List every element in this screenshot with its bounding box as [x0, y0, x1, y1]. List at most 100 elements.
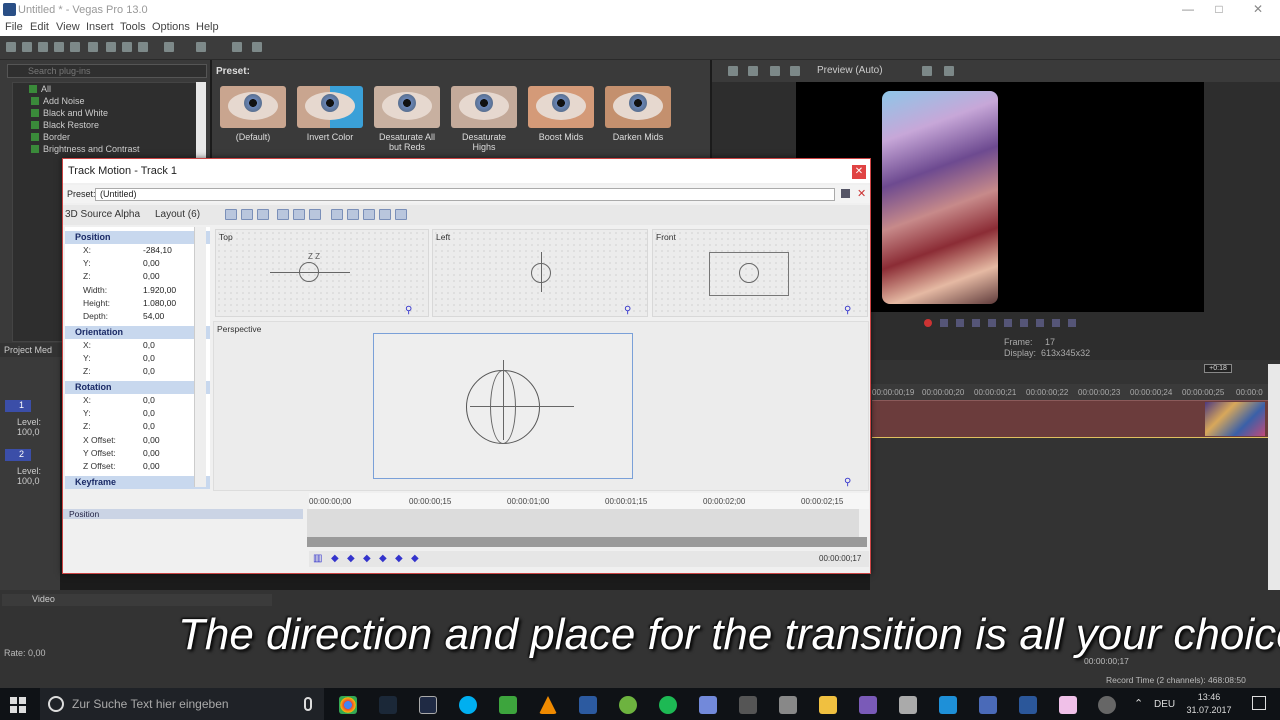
dialog-preset-dropdown[interactable]: (Untitled) — [95, 188, 835, 201]
preview-quality-dropdown[interactable]: Preview (Auto) — [817, 65, 883, 76]
play-icon[interactable] — [972, 319, 980, 327]
section-position[interactable]: Position — [65, 231, 210, 244]
y-offset-value[interactable]: 0,00 — [143, 448, 160, 458]
dialog-timeline-scrollbar[interactable] — [307, 537, 867, 547]
height-value[interactable]: 1.080,00 — [143, 298, 176, 308]
delete-keyframe-icon[interactable]: ◆ — [379, 553, 387, 564]
view-left[interactable]: Left — [432, 229, 648, 317]
lock-aspect-icon[interactable] — [331, 209, 343, 220]
edit-in-object-space-icon[interactable] — [277, 209, 289, 220]
next-keyframe-icon[interactable]: ◆ — [395, 553, 403, 564]
undo-icon[interactable] — [164, 42, 174, 52]
cut-icon[interactable] — [106, 42, 116, 52]
notification-icon[interactable] — [1252, 696, 1266, 710]
tree-item-all[interactable]: All — [29, 84, 51, 94]
position-z-value[interactable]: 0,00 — [143, 271, 160, 281]
add-keyframe-icon[interactable]: ◆ — [363, 553, 371, 564]
tree-item-black-and-white[interactable]: Black and White — [31, 108, 108, 118]
microphone-icon[interactable] — [304, 697, 312, 711]
pause-icon[interactable] — [988, 319, 996, 327]
preset-desaturate-highs[interactable]: Desaturate Highs — [451, 86, 517, 152]
menu-insert[interactable]: Insert — [86, 21, 114, 33]
menu-tools[interactable]: Tools — [120, 21, 146, 33]
save-as-icon[interactable] — [54, 42, 64, 52]
file-explorer-icon[interactable] — [819, 696, 837, 714]
section-rotation[interactable]: Rotation — [65, 381, 210, 394]
redo-icon[interactable] — [196, 42, 206, 52]
preview-fx-icon[interactable] — [770, 66, 780, 76]
orientation-x-value[interactable]: 0,0 — [143, 340, 155, 350]
system-clock[interactable]: 13:46 31.07.2017 — [1186, 691, 1232, 717]
auto-ripple-icon[interactable] — [252, 42, 262, 52]
prevent-movement-y-icon[interactable] — [309, 209, 321, 220]
playback-rate[interactable]: Rate: 0,00 — [4, 648, 46, 658]
keyboard-language[interactable]: DEU — [1154, 699, 1175, 710]
open-icon[interactable] — [22, 42, 32, 52]
video-bus-track[interactable]: Video — [2, 594, 272, 606]
rotation-y-value[interactable]: 0,0 — [143, 408, 155, 418]
pink-app-icon[interactable] — [1059, 696, 1077, 714]
orientation-y-value[interactable]: 0,0 — [143, 353, 155, 363]
prevent-scaling-y-icon[interactable] — [379, 209, 391, 220]
enable-snapping-icon[interactable] — [232, 42, 242, 52]
paste-icon[interactable] — [138, 42, 148, 52]
view-top[interactable]: Top Z Z — [215, 229, 429, 317]
external-monitor-icon[interactable] — [748, 66, 758, 76]
tree-item-black-restore[interactable]: Black Restore — [31, 120, 99, 130]
enable-scale-icon[interactable] — [257, 209, 269, 220]
monitor-icon[interactable] — [939, 696, 957, 714]
menu-file[interactable]: File — [5, 21, 23, 33]
left-zoom-icon[interactable]: ⚲ — [624, 305, 631, 316]
save-preset-icon[interactable] — [841, 189, 850, 198]
keyframe-track-label[interactable]: Position — [63, 509, 303, 519]
dialog-timeline-ruler[interactable]: 00:00:00;00 00:00:00;15 00:00:01;00 00:0… — [309, 493, 869, 509]
photos-icon[interactable] — [739, 696, 757, 714]
front-zoom-icon[interactable]: ⚲ — [844, 305, 851, 316]
loop-icon[interactable] — [940, 319, 948, 327]
prevent-scaling-z-icon[interactable] — [395, 209, 407, 220]
x-offset-value[interactable]: 0,00 — [143, 435, 160, 445]
enable-rotation-icon[interactable] — [225, 209, 237, 220]
prevent-movement-x-icon[interactable] — [293, 209, 305, 220]
delete-preset-icon[interactable]: ✕ — [857, 187, 866, 200]
minecraft-icon[interactable] — [499, 696, 517, 714]
last-keyframe-icon[interactable]: ◆ — [411, 553, 419, 564]
timeline-ruler[interactable]: 00:00:00;19 00:00:00;20 00:00:00;21 00:0… — [870, 384, 1270, 400]
sync-cursor-icon[interactable]: ▥ — [313, 553, 322, 564]
rotation-x-value[interactable]: 0,0 — [143, 395, 155, 405]
calculator-icon[interactable] — [899, 696, 917, 714]
word-icon[interactable] — [1019, 696, 1037, 714]
plugin-search-input[interactable]: Search plug-ins — [7, 64, 207, 78]
menu-view[interactable]: View — [56, 21, 80, 33]
play-from-start-icon[interactable] — [956, 319, 964, 327]
preset-desaturate-all-but-reds[interactable]: Desaturate All but Reds — [374, 86, 440, 152]
dialog-close-button[interactable]: ✕ — [852, 165, 866, 179]
discord-icon[interactable] — [699, 696, 717, 714]
prev-keyframe-icon[interactable]: ◆ — [347, 553, 355, 564]
obs-icon[interactable] — [1098, 696, 1116, 714]
new-project-icon[interactable] — [6, 42, 16, 52]
track-number-2[interactable]: 2 — [5, 449, 31, 461]
vlc-icon[interactable] — [539, 696, 557, 714]
render-icon[interactable] — [70, 42, 80, 52]
paint-icon[interactable] — [579, 696, 597, 714]
perspective-zoom-icon[interactable]: ⚲ — [844, 477, 851, 488]
width-value[interactable]: 1.920,00 — [143, 285, 176, 295]
depth-value[interactable]: 54,00 — [143, 311, 164, 321]
spotify-icon[interactable] — [659, 696, 677, 714]
first-keyframe-icon[interactable]: ◆ — [331, 553, 339, 564]
tree-item-add-noise[interactable]: Add Noise — [31, 96, 85, 106]
split-screen-icon[interactable] — [790, 66, 800, 76]
scale-about-center-icon[interactable] — [347, 209, 359, 220]
project-properties-icon[interactable] — [728, 66, 738, 76]
z-offset-value[interactable]: 0,00 — [143, 461, 160, 471]
chrome-icon[interactable] — [339, 696, 357, 714]
next-frame-icon[interactable] — [1068, 319, 1076, 327]
windows-start-icon[interactable] — [10, 697, 26, 713]
virtual-box-icon[interactable] — [979, 696, 997, 714]
save-icon[interactable] — [38, 42, 48, 52]
twitch-icon[interactable] — [859, 696, 877, 714]
preset-default[interactable]: (Default) — [220, 86, 286, 142]
enable-move-icon[interactable] — [241, 209, 253, 220]
previous-frame-icon[interactable] — [1052, 319, 1060, 327]
